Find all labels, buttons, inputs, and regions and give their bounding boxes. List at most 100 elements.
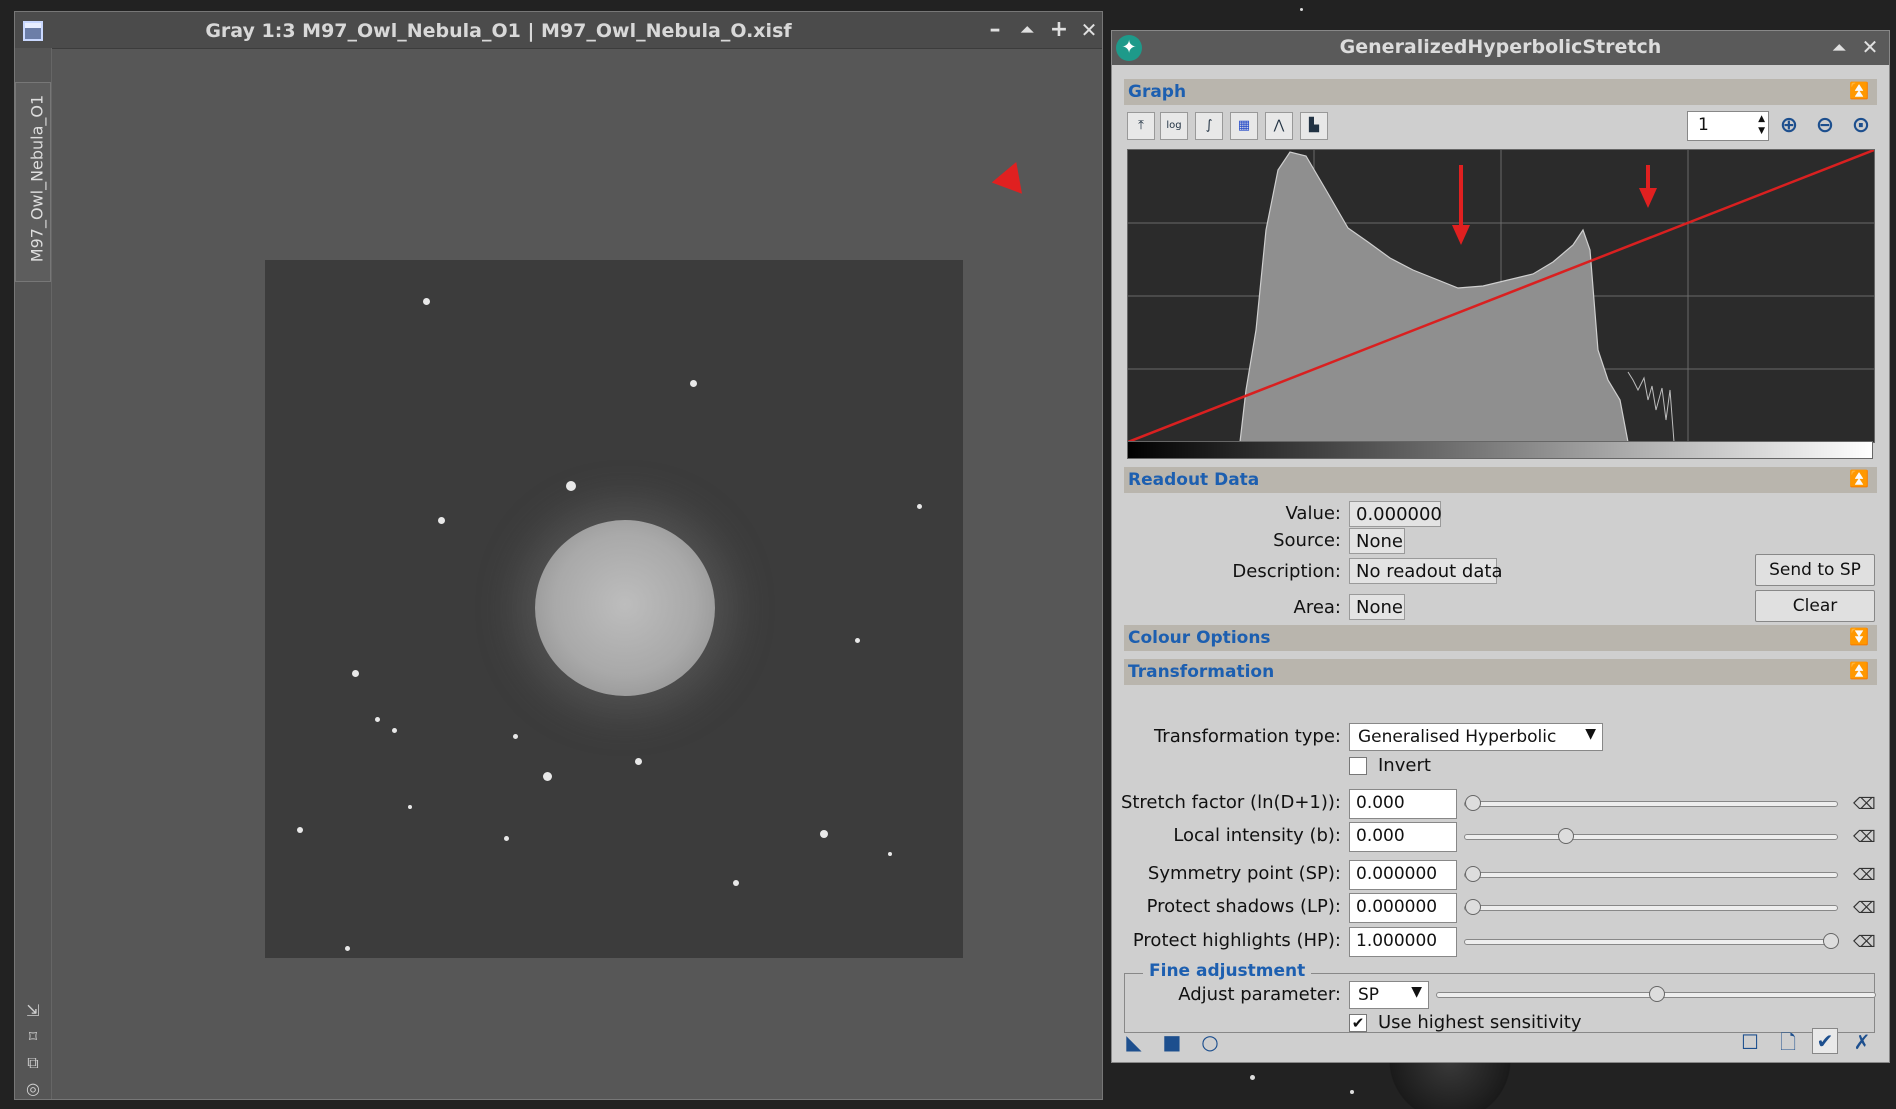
zoom-out-icon[interactable]: ⊖ [1812,113,1838,139]
reset-param-icon[interactable]: ⌫ [1853,932,1876,951]
image-window-title: Gray 1:3 M97_Owl_Nebula_O1 | M97_Owl_Neb… [205,20,792,42]
ghs-process-window[interactable]: ✦ GeneralizedHyperbolicStretch ⏶ ✕ Graph… [1111,30,1890,1063]
transformation-type-select[interactable]: Generalised Hyperbolic ▼ [1349,723,1603,751]
clear-button[interactable]: Clear [1755,590,1875,622]
ghs-shade-button[interactable]: ⏶ [1827,36,1851,60]
histogram-graph[interactable] [1127,149,1875,443]
param-slider[interactable] [1464,933,1839,949]
apply-check-icon[interactable]: ✔ [1812,1028,1838,1054]
grid-icon[interactable]: ▦ [1230,112,1258,140]
chevron-down-icon[interactable]: ▼ [1411,984,1422,1000]
zoom-fit-icon[interactable]: ⊙ [1848,113,1874,139]
histogram-bars-icon[interactable]: ▙ [1300,112,1328,140]
owl-nebula [535,520,715,696]
linear-view-icon[interactable]: ⤒ [1127,112,1155,140]
ghs-titlebar[interactable]: ✦ GeneralizedHyperbolicStretch ⏶ ✕ [1112,31,1889,65]
curve-icon[interactable]: ∫ [1195,112,1223,140]
collapse-icon[interactable]: ⏫ [1849,469,1869,488]
star [375,717,380,722]
param-input[interactable]: 0.000 [1349,822,1457,852]
expand-icon[interactable]: ⏬ [1849,627,1869,646]
star [504,836,509,841]
maximize-button[interactable]: + [1047,18,1071,42]
image-viewport[interactable] [52,49,1102,1099]
image-window-titlebar[interactable]: Gray 1:3 M97_Owl_Nebula_O1 | M97_Owl_Neb… [15,12,1102,49]
send-to-sp-button[interactable]: Send to SP [1755,554,1875,586]
star [345,946,350,951]
apply-global-icon[interactable]: ■ [1160,1030,1184,1054]
param-slider[interactable] [1464,828,1838,844]
image-window[interactable]: Gray 1:3 M97_Owl_Nebula_O1 | M97_Owl_Neb… [14,11,1103,1100]
star [513,734,518,739]
colour-options-label: Colour Options [1128,628,1271,648]
param-slider-knob[interactable] [1465,866,1481,882]
ghs-title: GeneralizedHyperbolicStretch [1339,36,1662,58]
transformation-section-header[interactable]: Transformation ⏫ [1124,659,1877,685]
zoom-spinbox[interactable]: 1 ▲ ▼ [1687,111,1769,141]
adjust-parameter-select[interactable]: SP ▼ [1349,981,1429,1009]
graph-section-header[interactable]: Graph ⏫ [1124,79,1877,105]
star [392,728,397,733]
spin-arrows-icon[interactable]: ▲ ▼ [1758,113,1765,137]
target-icon[interactable]: ◎ [24,1080,42,1098]
readout-section-header[interactable]: Readout Data ⏫ [1124,467,1877,493]
adjust-parameter-label: Adjust parameter: [1178,984,1341,1005]
star [690,380,697,387]
clone-icon[interactable]: ⧉ [24,1054,42,1072]
graph-section-label: Graph [1128,82,1187,102]
zoom-value: 1 [1698,115,1709,135]
log-view-icon[interactable]: log [1160,112,1188,140]
reset-param-icon[interactable]: ⌫ [1853,898,1876,917]
image-id-tab[interactable]: M97_Owl_Nebula_O1 [15,82,51,282]
minimize-button[interactable]: – [983,18,1007,42]
real-time-preview-icon[interactable]: ○ [1198,1030,1222,1054]
invert-checkbox[interactable] [1349,757,1367,775]
intensity-gradient-bar [1127,441,1873,459]
source-readout: None [1349,528,1405,554]
reset-param-icon[interactable]: ⌫ [1853,827,1876,846]
star [543,772,552,781]
zoom-in-icon[interactable]: ⊕ [1776,113,1802,139]
histogram-icon[interactable]: ⋀ [1265,112,1293,140]
histogram-tail [1627,371,1675,442]
browse-documentation-icon[interactable]: ☐ [1738,1030,1762,1054]
bg-star [1350,1090,1354,1094]
fine-adjust-knob[interactable] [1649,986,1665,1002]
colour-options-section-header[interactable]: Colour Options ⏬ [1124,625,1877,651]
param-input[interactable]: 0.000 [1349,789,1457,819]
ghs-close-button[interactable]: ✕ [1858,35,1882,59]
chevron-down-icon[interactable]: ▼ [1585,726,1596,742]
star [408,805,412,809]
param-input[interactable]: 0.000000 [1349,860,1457,890]
reset-icon[interactable]: ✗ [1850,1030,1874,1054]
crop-icon[interactable]: ⌑ [24,1028,42,1046]
star [566,481,576,491]
reset-param-icon[interactable]: ⌫ [1853,865,1876,884]
reset-param-icon[interactable]: ⌫ [1853,794,1876,813]
close-button[interactable]: ✕ [1077,18,1101,42]
collapse-icon[interactable]: ⏫ [1849,81,1869,100]
description-label: Description: [1232,561,1341,582]
track-view-icon[interactable]: 🗋 [1776,1030,1800,1054]
shade-button[interactable]: ⏶ [1015,18,1039,42]
fit-view-icon[interactable]: ⇲ [24,1002,42,1020]
star [733,880,739,886]
param-input[interactable]: 1.000000 [1349,927,1457,957]
param-slider[interactable] [1464,866,1838,882]
star [820,830,828,838]
star [352,670,359,677]
param-slider-knob[interactable] [1465,795,1481,811]
transformation-type-value: Generalised Hyperbolic [1358,727,1557,747]
param-slider[interactable] [1464,795,1838,811]
nebula-image[interactable] [265,260,963,958]
param-slider-knob[interactable] [1465,899,1481,915]
param-slider[interactable] [1464,899,1838,915]
new-instance-icon[interactable]: ◣ [1122,1030,1146,1054]
param-slider-knob[interactable] [1823,933,1839,949]
fine-adjust-slider[interactable] [1436,986,1876,1002]
collapse-icon[interactable]: ⏫ [1849,661,1869,680]
param-slider-knob[interactable] [1558,828,1575,844]
param-input[interactable]: 0.000000 [1349,893,1457,923]
transformation-type-label: Transformation type: [1153,726,1341,747]
highest-sensitivity-checkbox[interactable]: ✔ [1349,1014,1367,1032]
